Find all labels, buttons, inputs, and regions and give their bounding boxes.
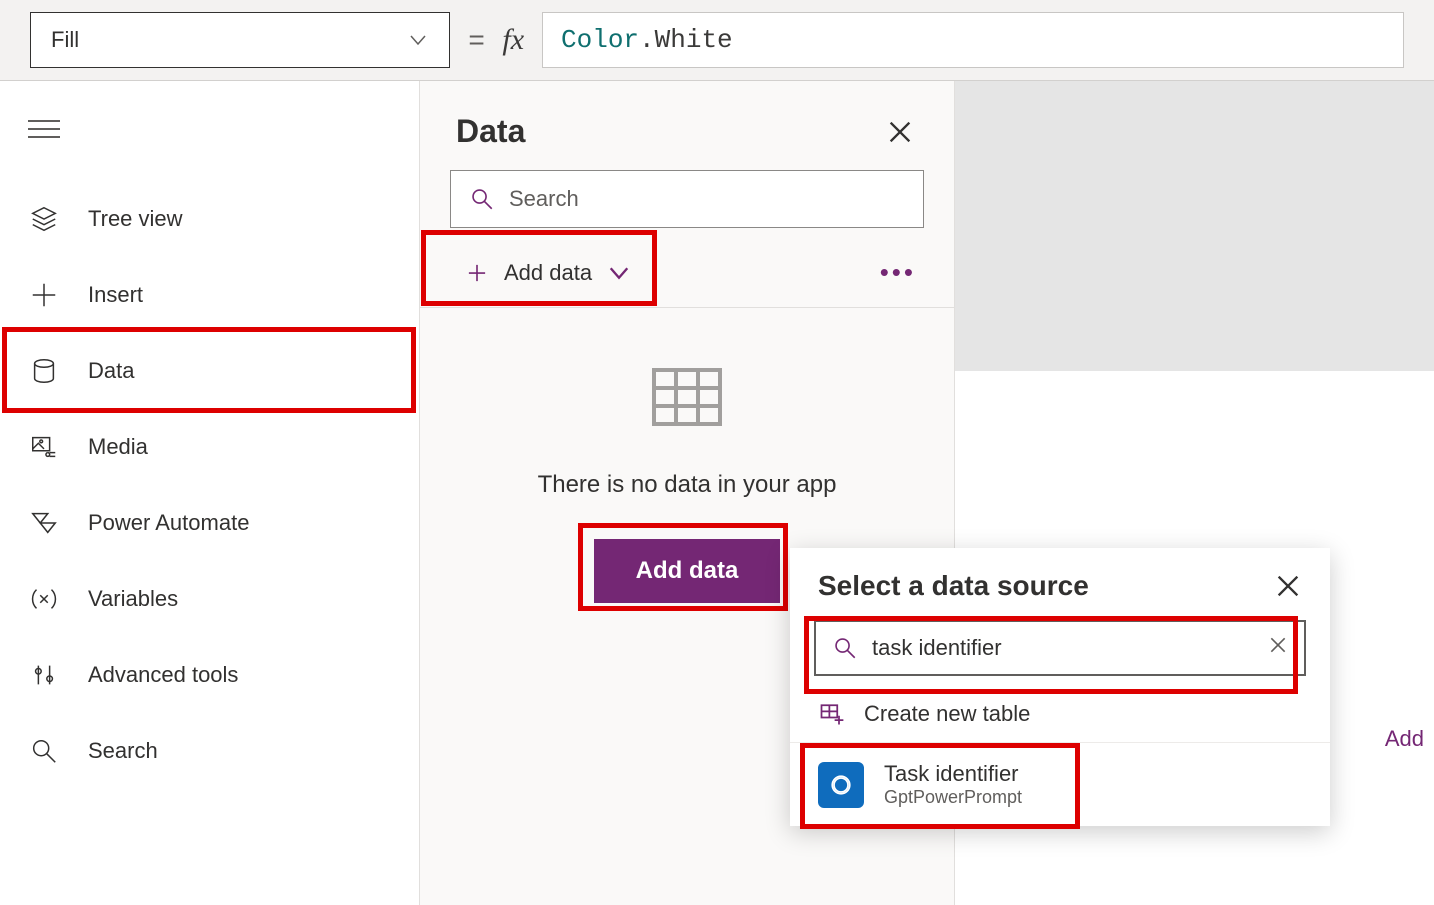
sidebar-item-label: Advanced tools xyxy=(88,662,238,688)
token-dot: . xyxy=(639,25,655,55)
flow-icon xyxy=(28,507,60,539)
formula-bar: Fill = fx Color.White xyxy=(0,0,1434,80)
token-value: White xyxy=(655,25,733,55)
sidebar-item-label: Tree view xyxy=(88,206,183,232)
search-icon xyxy=(469,186,495,212)
table-plus-icon xyxy=(818,700,846,728)
sidebar-item-tree-view[interactable]: Tree view xyxy=(0,181,419,257)
search-placeholder: Search xyxy=(509,186,579,212)
search-icon xyxy=(832,635,858,661)
sidebar-item-label: Media xyxy=(88,434,148,460)
search-icon xyxy=(28,735,60,767)
flyout-close-button[interactable] xyxy=(1274,572,1302,600)
empty-state-text: There is no data in your app xyxy=(538,471,837,499)
formula-input[interactable]: Color.White xyxy=(542,12,1404,68)
canvas-peek-label: Add xyxy=(1385,726,1424,752)
sidebar-item-label: Search xyxy=(88,738,158,764)
result-name: Task identifier xyxy=(884,761,1022,787)
flyout-title: Select a data source xyxy=(818,570,1089,602)
equals-sign: = xyxy=(468,24,484,56)
tools-icon xyxy=(28,659,60,691)
property-name: Fill xyxy=(51,27,79,53)
ai-builder-icon xyxy=(818,762,864,808)
sidebar-item-label: Data xyxy=(88,358,134,384)
add-data-dropdown[interactable]: Add data xyxy=(450,254,646,292)
plus-icon xyxy=(464,260,490,286)
left-rail: Tree view Insert Data Media Power xyxy=(0,81,420,905)
table-icon xyxy=(652,368,722,431)
sidebar-item-advanced-tools[interactable]: Advanced tools xyxy=(0,637,419,713)
sidebar-item-label: Power Automate xyxy=(88,510,249,536)
data-search-input[interactable]: Search xyxy=(450,170,924,228)
plus-icon xyxy=(28,279,60,311)
sidebar-item-search[interactable]: Search xyxy=(0,713,419,789)
sidebar-item-insert[interactable]: Insert xyxy=(0,257,419,333)
sidebar-item-variables[interactable]: Variables xyxy=(0,561,419,637)
database-icon xyxy=(28,355,60,387)
more-actions[interactable]: ••• xyxy=(880,257,916,288)
data-source-flyout: Select a data source task identifier Cre… xyxy=(790,548,1330,826)
sidebar-item-power-automate[interactable]: Power Automate xyxy=(0,485,419,561)
sidebar-item-label: Variables xyxy=(88,586,178,612)
fx-icon[interactable]: fx xyxy=(502,23,524,57)
add-data-label: Add data xyxy=(504,260,592,286)
chevron-down-icon xyxy=(407,29,429,51)
token-color: Color xyxy=(561,25,639,55)
variable-icon xyxy=(28,583,60,615)
layers-icon xyxy=(28,203,60,235)
media-icon xyxy=(28,431,60,463)
sidebar-item-label: Insert xyxy=(88,282,143,308)
data-panel-title: Data xyxy=(456,113,525,150)
flyout-search-value: task identifier xyxy=(872,635,1002,661)
create-new-table[interactable]: Create new table xyxy=(790,686,1330,743)
add-data-row: Add data ••• xyxy=(420,238,954,308)
close-button[interactable] xyxy=(886,118,914,146)
flyout-search-input[interactable]: task identifier xyxy=(814,620,1306,676)
sidebar-item-data[interactable]: Data xyxy=(0,333,419,409)
sidebar-item-media[interactable]: Media xyxy=(0,409,419,485)
data-source-result[interactable]: Task identifier GptPowerPrompt xyxy=(790,743,1330,826)
property-select[interactable]: Fill xyxy=(30,12,450,68)
hamburger-menu[interactable] xyxy=(0,105,82,153)
add-data-primary-button[interactable]: Add data xyxy=(594,539,781,603)
create-new-table-label: Create new table xyxy=(864,701,1030,727)
chevron-down-icon xyxy=(606,260,632,286)
result-sub: GptPowerPrompt xyxy=(884,787,1022,808)
clear-search-button[interactable] xyxy=(1268,635,1288,661)
